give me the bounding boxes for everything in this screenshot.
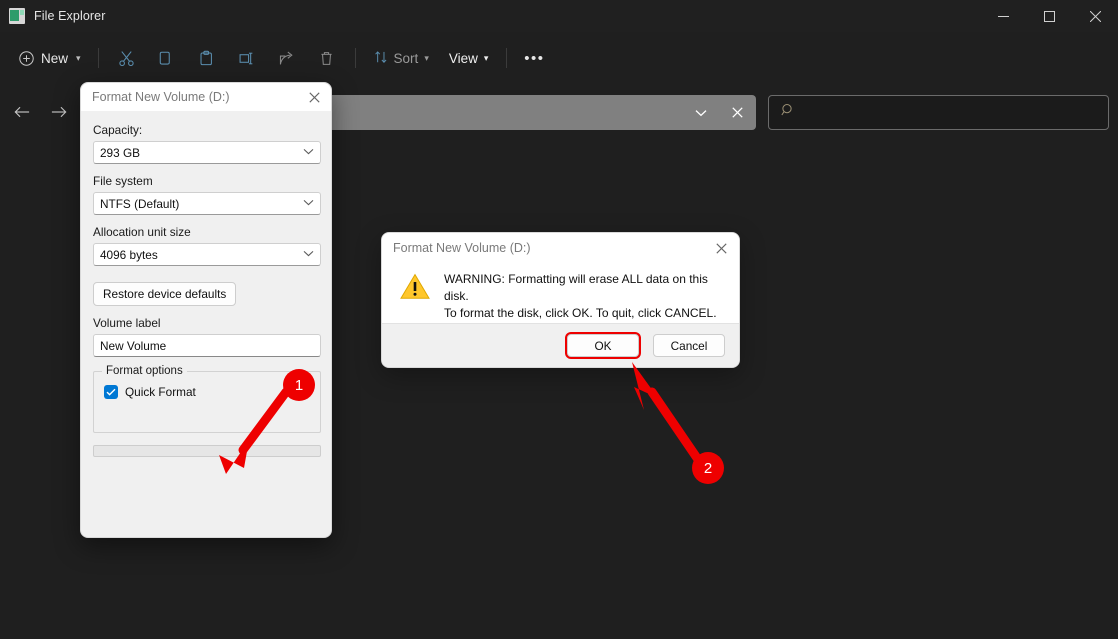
- capacity-value: 293 GB: [100, 146, 140, 160]
- search-box[interactable]: [768, 95, 1109, 130]
- cut-button[interactable]: [107, 42, 147, 74]
- search-input[interactable]: [805, 96, 1108, 129]
- format-options-title: Format options: [102, 365, 187, 377]
- capacity-label: Capacity:: [93, 123, 319, 137]
- warning-message-line1: WARNING: Formatting will erase ALL data …: [444, 271, 723, 305]
- sort-label: Sort: [394, 51, 419, 66]
- view-label: View: [449, 51, 478, 66]
- maximize-button[interactable]: [1026, 0, 1072, 32]
- back-button[interactable]: [5, 94, 39, 130]
- chevron-down-icon: [303, 249, 314, 260]
- file-system-label: File system: [93, 174, 319, 188]
- allocation-unit-value: 4096 bytes: [100, 248, 158, 262]
- cancel-button[interactable]: Cancel: [653, 334, 725, 357]
- warning-icon: [400, 273, 430, 322]
- view-button[interactable]: View ▾: [439, 42, 499, 74]
- forward-button[interactable]: [41, 94, 75, 130]
- paste-button[interactable]: [187, 42, 227, 74]
- restore-device-defaults-button[interactable]: Restore device defaults: [93, 282, 236, 306]
- ok-button[interactable]: OK: [567, 334, 639, 357]
- app-title: File Explorer: [34, 9, 105, 23]
- format-dialog-title: Format New Volume (D:): [92, 90, 230, 104]
- minimize-button[interactable]: [980, 0, 1026, 32]
- command-toolbar: New ▾: [0, 38, 1118, 78]
- plus-circle-icon: [19, 51, 34, 66]
- warning-dialog-footer: OK Cancel: [382, 323, 739, 367]
- share-button[interactable]: [267, 42, 307, 74]
- warning-message-line2: To format the disk, click OK. To quit, c…: [444, 305, 723, 322]
- quick-format-label: Quick Format: [125, 385, 196, 399]
- new-button[interactable]: New ▾: [10, 42, 90, 74]
- allocation-unit-label: Allocation unit size: [93, 225, 319, 239]
- volume-label-label: Volume label: [93, 316, 319, 330]
- address-close-icon[interactable]: [724, 100, 750, 126]
- checkmark-icon: [104, 385, 118, 399]
- delete-button[interactable]: [307, 42, 347, 74]
- annotation-marker-1: 1: [283, 369, 315, 401]
- chevron-down-icon: ▾: [424, 53, 429, 64]
- warning-message: WARNING: Formatting will erase ALL data …: [444, 271, 723, 322]
- format-dialog-titlebar: Format New Volume (D:): [81, 83, 331, 111]
- sort-button[interactable]: Sort ▾: [364, 42, 439, 74]
- warning-dialog-titlebar: Format New Volume (D:): [382, 233, 739, 263]
- chevron-down-icon: ▾: [484, 53, 489, 64]
- capacity-select[interactable]: 293 GB: [93, 141, 321, 164]
- sort-icon: [374, 50, 388, 67]
- format-dialog-close-icon[interactable]: [297, 83, 331, 111]
- format-progress-bar: [93, 445, 321, 457]
- annotation-marker-2: 2: [692, 452, 724, 484]
- format-warning-dialog: Format New Volume (D:) WARNING: Formatti…: [381, 232, 740, 368]
- allocation-unit-select[interactable]: 4096 bytes: [93, 243, 321, 266]
- toolbar-divider-2: [355, 48, 356, 68]
- more-options-button[interactable]: •••: [515, 42, 553, 74]
- window-controls: [980, 0, 1118, 32]
- new-button-label: New: [41, 51, 68, 66]
- chevron-down-icon: ▾: [76, 53, 81, 64]
- toolbar-divider-1: [98, 48, 99, 68]
- toolbar-divider-3: [506, 48, 507, 68]
- file-system-value: NTFS (Default): [100, 197, 179, 211]
- warning-dialog-close-icon[interactable]: [703, 233, 739, 263]
- copy-button[interactable]: [147, 42, 187, 74]
- address-chevron-down-icon[interactable]: [688, 100, 714, 126]
- volume-label-input[interactable]: New Volume: [93, 334, 321, 357]
- chevron-down-icon: [303, 147, 314, 158]
- chevron-down-icon: [303, 198, 314, 209]
- search-icon: [781, 103, 796, 123]
- rename-button[interactable]: [227, 42, 267, 74]
- window-titlebar: File Explorer: [0, 0, 1118, 32]
- file-explorer-icon: [9, 8, 25, 24]
- format-volume-dialog: Format New Volume (D:) Capacity: 293 GB …: [80, 82, 332, 538]
- warning-dialog-title: Format New Volume (D:): [393, 241, 531, 255]
- close-button[interactable]: [1072, 0, 1118, 32]
- file-system-select[interactable]: NTFS (Default): [93, 192, 321, 215]
- warning-dialog-body: WARNING: Formatting will erase ALL data …: [382, 263, 739, 322]
